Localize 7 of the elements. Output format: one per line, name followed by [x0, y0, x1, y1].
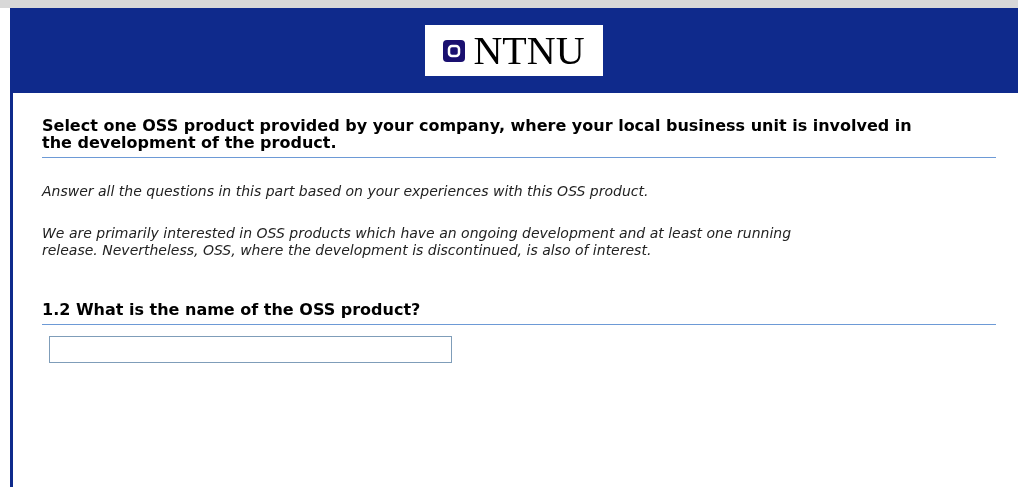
section-title: Select one OSS product provided by your company, where your local business unit is involved in the development of the product.	[42, 117, 996, 158]
question-title: 1.2 What is the name of the OSS product?	[42, 301, 996, 325]
intro-paragraph: We are primarily interested in OSS products which have an ongoing development and at least one running release. Nevertheless, OSS, where the development is discontinued, is also of interest.	[42, 225, 793, 259]
logo-icon	[443, 39, 466, 62]
answer-field[interactable]	[49, 336, 452, 363]
intro-paragraph: Answer all the questions in this part based on your experiences with this OSS product.	[42, 183, 650, 200]
logo-text: NTNU	[473, 30, 585, 71]
